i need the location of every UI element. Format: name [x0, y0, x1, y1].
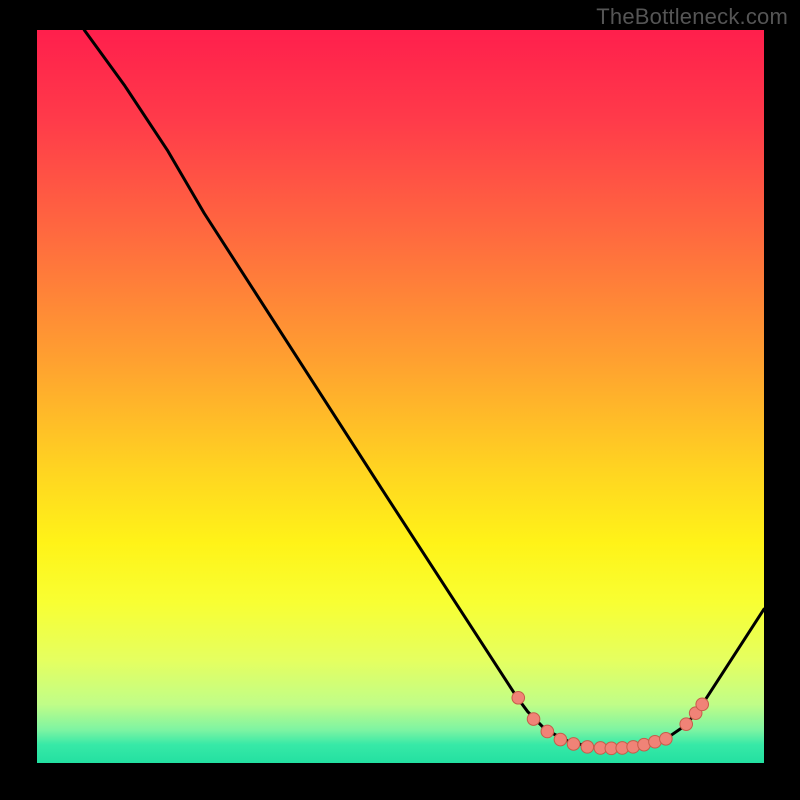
data-marker: [627, 741, 640, 754]
attribution-text: TheBottleneck.com: [596, 4, 788, 30]
data-marker: [680, 718, 693, 731]
plot-area: [37, 30, 764, 763]
data-marker: [541, 725, 554, 738]
data-marker: [527, 713, 540, 726]
data-marker: [660, 733, 673, 746]
data-marker: [554, 733, 567, 746]
chart-background-gradient: [37, 30, 764, 763]
data-marker: [567, 738, 580, 751]
data-marker: [512, 691, 525, 704]
data-marker: [581, 741, 594, 754]
data-marker: [696, 698, 709, 711]
chart-svg: [37, 30, 764, 763]
chart-frame: TheBottleneck.com: [0, 0, 800, 800]
